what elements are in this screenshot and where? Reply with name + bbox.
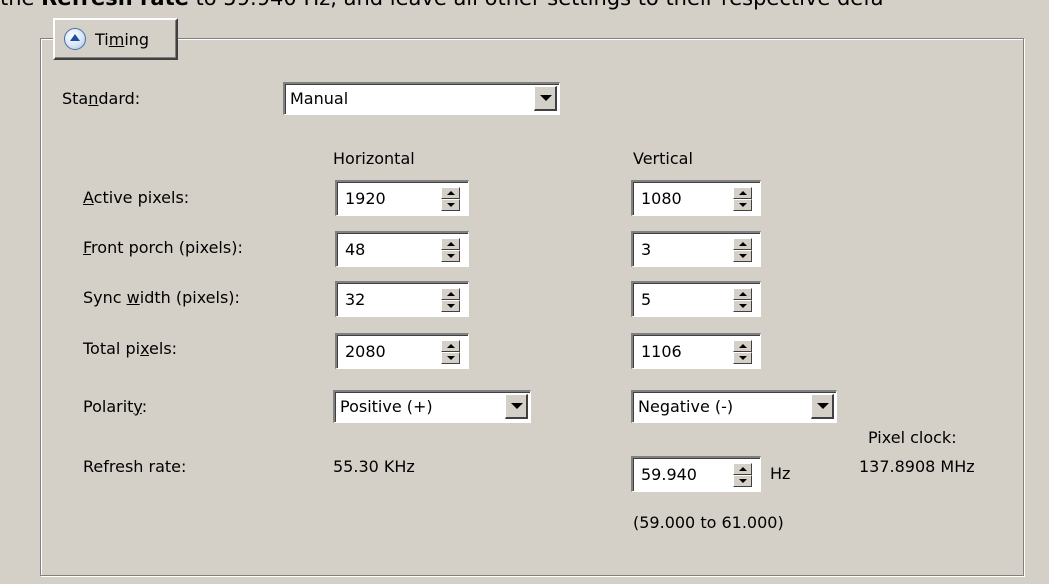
spin-up-icon[interactable]	[441, 238, 460, 250]
spinner-value: 32	[345, 290, 366, 309]
sync-width-vertical-spinner[interactable]: 5	[631, 281, 761, 317]
timing-toggle-button[interactable]: Timing	[53, 18, 178, 60]
spin-up-icon[interactable]	[733, 238, 752, 250]
polarity-horizontal-select[interactable]: Positive (+)	[333, 390, 531, 423]
spinner-value: 48	[345, 240, 366, 259]
front-porch-horizontal-spinner[interactable]: 48	[335, 231, 469, 267]
select-value: Positive (+)	[340, 397, 433, 416]
refresh-rate-unit: Hz	[770, 464, 791, 483]
refresh-rate-range: (59.000 to 61.000)	[633, 513, 784, 532]
total-pixels-vertical-spinner[interactable]: 1106	[631, 333, 761, 369]
spin-up-icon[interactable]	[733, 463, 752, 475]
spin-up-icon[interactable]	[733, 187, 752, 199]
pixel-clock-label: Pixel clock:	[868, 428, 957, 447]
spin-down-icon[interactable]	[441, 199, 460, 211]
spin-up-icon[interactable]	[441, 288, 460, 300]
refresh-rate-label: Refresh rate:	[83, 457, 187, 476]
spin-down-icon[interactable]	[733, 300, 752, 312]
chevron-down-icon[interactable]	[534, 86, 557, 111]
select-value: Negative (-)	[638, 397, 734, 416]
standard-value: Manual	[290, 89, 349, 108]
collapse-up-icon	[64, 28, 86, 50]
vertical-header: Vertical	[633, 149, 693, 168]
sync-width-label: Sync width (pixels):	[83, 288, 240, 307]
polarity-vertical-select[interactable]: Negative (-)	[631, 390, 837, 423]
active-pixels-vertical-spinner[interactable]: 1080	[631, 180, 761, 216]
spin-up-icon[interactable]	[441, 187, 460, 199]
timing-group-box	[40, 38, 1024, 576]
spinner-value: 1106	[641, 342, 682, 361]
spin-down-icon[interactable]	[733, 352, 752, 364]
spin-down-icon[interactable]	[733, 475, 752, 487]
front-porch-label: Front porch (pixels):	[83, 238, 243, 257]
spin-down-icon[interactable]	[733, 199, 752, 211]
spinner-value: 3	[641, 240, 652, 259]
horizontal-refresh-rate-value: 55.30 KHz	[333, 457, 415, 476]
sync-width-horizontal-spinner[interactable]: 32	[335, 281, 469, 317]
spin-down-icon[interactable]	[733, 250, 752, 262]
pixel-clock-value: 137.8908 MHz	[859, 457, 975, 476]
spinner-value: 1920	[345, 189, 386, 208]
timing-label: Timing	[95, 29, 150, 49]
polarity-label: Polarity:	[83, 397, 148, 416]
spin-up-icon[interactable]	[733, 340, 752, 352]
horizontal-header: Horizontal	[333, 149, 415, 168]
refresh-rate-vertical-spinner[interactable]: 59.940	[631, 456, 761, 492]
spin-down-icon[interactable]	[441, 250, 460, 262]
total-pixels-label: Total pixels:	[83, 339, 178, 358]
active-pixels-horizontal-spinner[interactable]: 1920	[335, 180, 469, 216]
chevron-down-icon[interactable]	[505, 394, 528, 419]
standard-select[interactable]: Manual	[283, 82, 560, 115]
active-pixels-label: Active pixels:	[83, 188, 190, 207]
spinner-value: 5	[641, 290, 652, 309]
spinner-value: 1080	[641, 189, 682, 208]
front-porch-vertical-spinner[interactable]: 3	[631, 231, 761, 267]
total-pixels-horizontal-spinner[interactable]: 2080	[335, 333, 469, 369]
spin-down-icon[interactable]	[441, 352, 460, 364]
spin-up-icon[interactable]	[441, 340, 460, 352]
standard-label: Standard:	[62, 89, 141, 108]
spin-down-icon[interactable]	[441, 300, 460, 312]
spinner-value: 2080	[345, 342, 386, 361]
chevron-down-icon[interactable]	[811, 394, 834, 419]
spinner-value: 59.940	[641, 465, 697, 484]
instruction-text: the Refresh rate to 59.940 Hz, and leave…	[0, 0, 1049, 12]
spin-up-icon[interactable]	[733, 288, 752, 300]
